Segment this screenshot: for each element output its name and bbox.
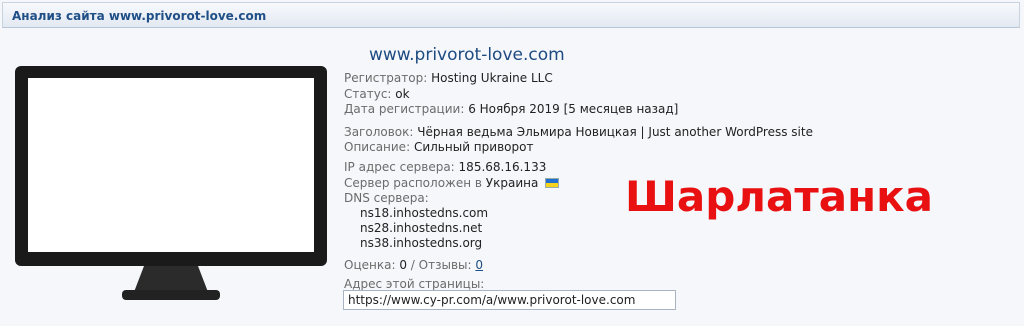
status-row: Статус: ok [344, 87, 410, 101]
regdate-row: Дата регистрации: 6 Ноября 2019 [5 месяц… [344, 102, 678, 116]
heading-value: Чёрная ведьма Эльмира Новицкая | Just an… [417, 125, 813, 139]
rating-label: Оценка: [344, 258, 396, 272]
page-address-label-row: Адрес этой страницы: [344, 277, 484, 291]
dns-server-1: ns18.inhostedns.com [360, 206, 489, 220]
rating-row: Оценка: 0 / Отзывы: 0 [344, 258, 483, 272]
page-address-label: Адрес этой страницы: [344, 277, 485, 291]
location-value: Украина [485, 176, 539, 190]
header-bar: Анализ сайта www.privorot-love.com [2, 2, 1020, 28]
ip-label: IP адрес сервера: [344, 160, 455, 174]
rating-separator: / [410, 258, 415, 272]
description-value: Сильный приворот [413, 140, 534, 154]
regdate-label: Дата регистрации: [344, 102, 465, 116]
ip-row: IP адрес сервера: 185.68.16.133 [344, 160, 546, 174]
monitor-icon [15, 66, 327, 300]
stamp-overlay-text: Шарлатанка [625, 172, 933, 221]
site-domain-title: www.privorot-love.com [369, 45, 565, 65]
ip-value: 185.68.16.133 [458, 160, 547, 174]
heading-label: Заголовок: [344, 125, 414, 139]
ukraine-flag-icon [545, 178, 560, 188]
dns-server-2: ns28.inhostedns.net [360, 221, 483, 235]
description-label: Описание: [344, 140, 411, 154]
registrar-row: Регистратор: Hosting Ukraine LLC [344, 71, 553, 85]
reviews-link[interactable]: 0 [475, 258, 483, 272]
location-row: Сервер расположен в Украина [344, 176, 560, 190]
description-row: Описание: Сильный приворот [344, 140, 533, 154]
page-address-input[interactable] [343, 290, 676, 310]
dns-label: DNS сервера: [344, 191, 429, 205]
heading-row: Заголовок: Чёрная ведьма Эльмира Новицка… [344, 125, 813, 139]
status-label: Статус: [344, 87, 392, 101]
reviews-label: Отзывы: [418, 258, 472, 272]
registrar-value: Hosting Ukraine LLC [431, 71, 553, 85]
rating-value: 0 [399, 258, 407, 272]
dns-server-3: ns38.inhostedns.org [360, 236, 483, 250]
page-title: Анализ сайта www.privorot-love.com [12, 9, 267, 23]
regdate-value: 6 Ноября 2019 [5 месяцев назад] [468, 102, 679, 116]
dns-label-row: DNS сервера: [344, 191, 429, 205]
registrar-label: Регистратор: [344, 71, 428, 85]
status-value: ok [395, 87, 410, 101]
location-label: Сервер расположен в [344, 176, 482, 190]
